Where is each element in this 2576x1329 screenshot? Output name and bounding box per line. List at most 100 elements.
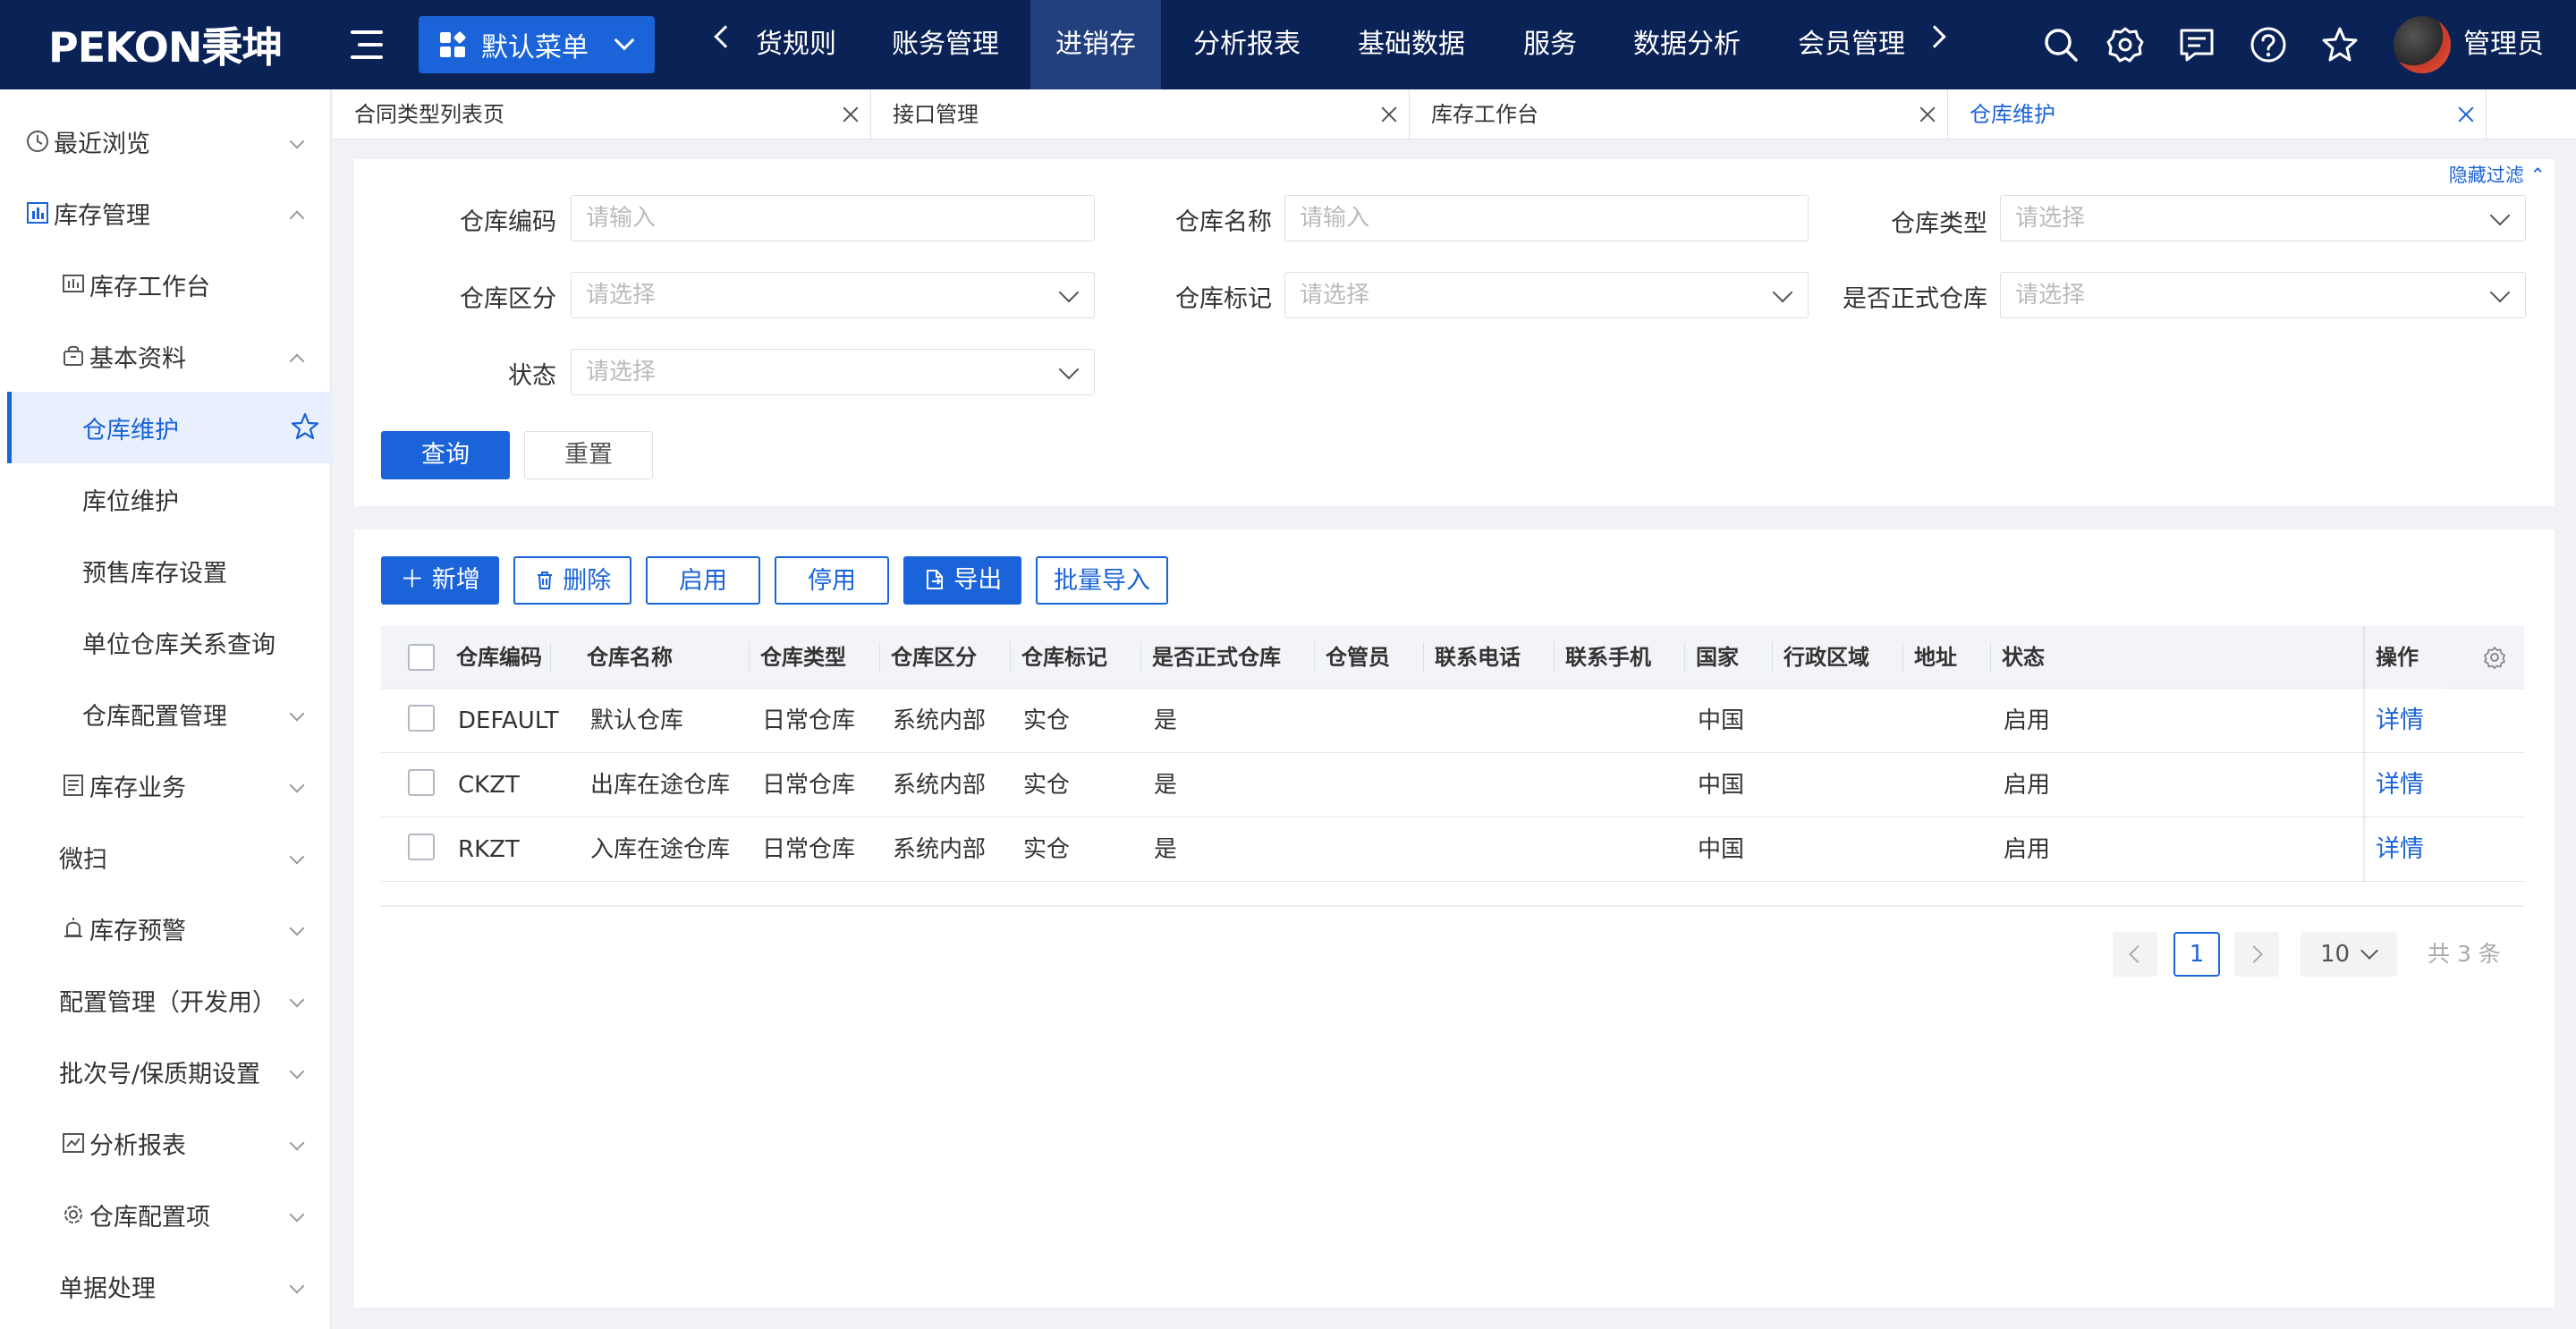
tab-warehouse-maintenance[interactable]: 仓库维护 bbox=[1948, 89, 2487, 140]
sidebar-item-basic-info[interactable]: 基本资料 bbox=[0, 320, 331, 392]
detail-link[interactable]: 详情 bbox=[2363, 689, 2424, 753]
status-select[interactable]: 请选择 bbox=[571, 349, 1095, 395]
col-header-address[interactable]: 地址 bbox=[1903, 626, 1991, 689]
enable-button[interactable]: 启用 bbox=[646, 556, 760, 605]
warehouse-code-input[interactable]: 请输入 bbox=[571, 195, 1095, 241]
col-header-region[interactable]: 行政区域 bbox=[1773, 626, 1903, 689]
close-icon[interactable] bbox=[842, 106, 860, 123]
disable-button[interactable]: 停用 bbox=[775, 556, 889, 605]
col-header-status[interactable]: 状态 bbox=[1991, 626, 2170, 689]
search-icon[interactable] bbox=[2041, 25, 2080, 64]
formal-warehouse-select[interactable]: 请选择 bbox=[2000, 272, 2526, 318]
batch-import-button[interactable]: 批量导入 bbox=[1036, 556, 1168, 605]
column-settings-icon[interactable] bbox=[2483, 646, 2506, 669]
col-header-keeper[interactable]: 仓管员 bbox=[1315, 626, 1424, 689]
nav-item-members[interactable]: 会员管理 bbox=[1785, 0, 1918, 89]
brand-logo[interactable]: PEKON秉坤 bbox=[48, 20, 283, 72]
table-row[interactable]: RKZT 入库在途仓库 日常仓库 系统内部 实仓 是 中国 启用 详情 bbox=[381, 817, 2524, 882]
add-button[interactable]: ＋ 新增 bbox=[381, 556, 499, 605]
sidebar-item-unit-warehouse-query[interactable]: 单位仓库关系查询 bbox=[0, 606, 331, 678]
favorite-star-icon[interactable] bbox=[2320, 25, 2360, 64]
nav-item-reports[interactable]: 分析报表 bbox=[1177, 0, 1317, 89]
message-icon[interactable] bbox=[2177, 25, 2216, 64]
favorite-star-icon[interactable] bbox=[290, 411, 320, 442]
sidebar-item-micro-scan[interactable]: 微扫 bbox=[0, 821, 331, 893]
col-header-zone[interactable]: 仓库区分 bbox=[880, 626, 1011, 689]
nav-scroll-right-icon[interactable] bbox=[1923, 25, 1946, 48]
row-checkbox[interactable] bbox=[408, 769, 435, 796]
col-header-mobile[interactable]: 联系手机 bbox=[1555, 626, 1685, 689]
sidebar-item-batch-expiry[interactable]: 批次号/保质期设置 bbox=[0, 1036, 331, 1107]
sidebar-item-config-dev[interactable]: 配置管理（开发用） bbox=[0, 964, 331, 1036]
next-page-button[interactable] bbox=[2234, 932, 2279, 977]
sidebar-item-warehouse-maintenance[interactable]: 仓库维护 bbox=[7, 392, 333, 463]
chevron-down-icon bbox=[1772, 282, 1793, 303]
warehouse-zone-select[interactable]: 请选择 bbox=[571, 272, 1095, 318]
col-header-name[interactable]: 仓库名称 bbox=[576, 626, 750, 689]
tab-contract-types[interactable]: 合同类型列表页 bbox=[333, 89, 871, 140]
menu-selector-label: 默认菜单 bbox=[481, 32, 589, 63]
close-icon[interactable] bbox=[1919, 106, 1936, 123]
menu-selector[interactable]: 默认菜单 bbox=[419, 16, 655, 73]
page-size-select[interactable]: 10 bbox=[2301, 932, 2397, 977]
detail-link[interactable]: 详情 bbox=[2363, 753, 2424, 817]
close-icon[interactable] bbox=[1380, 106, 1398, 123]
query-button[interactable]: 查询 bbox=[381, 431, 510, 479]
sidebar-item-warehouse-config[interactable]: 仓库配置管理 bbox=[0, 678, 331, 749]
nav-item-accounting[interactable]: 账务管理 bbox=[871, 0, 1020, 89]
cell-mark: 实仓 bbox=[1023, 836, 1071, 863]
delete-button[interactable]: 删除 bbox=[513, 556, 631, 605]
sidebar-item-warehouse-config-items[interactable]: 仓库配置项 bbox=[0, 1179, 331, 1250]
sidebar-item-inventory-workbench[interactable]: 库存工作台 bbox=[0, 249, 331, 320]
col-header-type[interactable]: 仓库类型 bbox=[750, 626, 880, 689]
col-header-phone[interactable]: 联系电话 bbox=[1424, 626, 1555, 689]
warehouse-mark-select[interactable]: 请选择 bbox=[1284, 272, 1809, 318]
warehouse-type-select[interactable]: 请选择 bbox=[2000, 195, 2526, 241]
chevron-down-icon bbox=[289, 1206, 305, 1223]
col-header-code[interactable]: 仓库编码 bbox=[445, 626, 551, 689]
username[interactable]: 管理员 bbox=[2463, 0, 2544, 89]
table-row[interactable]: CKZT 出库在途仓库 日常仓库 系统内部 实仓 是 中国 启用 详情 bbox=[381, 753, 2524, 817]
menu-toggle-icon[interactable] bbox=[349, 27, 385, 63]
sidebar-item-presale-stock[interactable]: 预售库存设置 bbox=[0, 535, 331, 606]
settings-icon[interactable] bbox=[2106, 25, 2145, 64]
sidebar-item-analysis-reports[interactable]: 分析报表 bbox=[0, 1107, 331, 1179]
sidebar-item-recent[interactable]: 最近浏览 bbox=[0, 106, 331, 177]
sidebar-item-inventory-business[interactable]: 库存业务 bbox=[0, 749, 331, 821]
nav-item-service[interactable]: 服务 bbox=[1512, 0, 1589, 89]
reset-button[interactable]: 重置 bbox=[524, 431, 653, 479]
page-number-current[interactable]: 1 bbox=[2174, 932, 2220, 977]
sidebar-item-document-processing[interactable]: 单据处理 bbox=[0, 1250, 331, 1322]
row-checkbox[interactable] bbox=[408, 705, 435, 732]
nav-scroll-left-icon[interactable] bbox=[714, 25, 737, 48]
row-checkbox[interactable] bbox=[408, 834, 435, 860]
sidebar-item-stock-alert[interactable]: 库存预警 bbox=[0, 893, 331, 964]
col-header-formal[interactable]: 是否正式仓库 bbox=[1141, 626, 1315, 689]
select-all-checkbox[interactable] bbox=[408, 644, 435, 671]
table-row[interactable]: DEFAULT 默认仓库 日常仓库 系统内部 实仓 是 中国 启用 详情 bbox=[381, 689, 2524, 753]
col-header-mark[interactable]: 仓库标记 bbox=[1011, 626, 1141, 689]
sidebar-item-location-maintenance[interactable]: 库位维护 bbox=[0, 463, 331, 535]
export-icon bbox=[926, 570, 943, 589]
chevron-down-icon bbox=[2489, 205, 2511, 226]
close-icon[interactable] bbox=[2457, 106, 2475, 123]
nav-item-data-analysis[interactable]: 数据分析 bbox=[1621, 0, 1753, 89]
select-placeholder: 请选择 bbox=[1300, 282, 1370, 309]
tab-inventory-workbench[interactable]: 库存工作台 bbox=[1410, 89, 1948, 140]
table-scrollbar[interactable] bbox=[381, 905, 2524, 907]
export-button[interactable]: 导出 bbox=[903, 556, 1021, 605]
nav-item-cargo-rules[interactable]: 货规则 bbox=[751, 0, 841, 89]
warehouse-name-input[interactable]: 请输入 bbox=[1284, 195, 1809, 241]
detail-link[interactable]: 详情 bbox=[2363, 817, 2424, 882]
tab-label: 库存工作台 bbox=[1431, 102, 1538, 127]
sidebar-item-inventory-management[interactable]: 库存管理 bbox=[0, 177, 331, 249]
tab-interface-management[interactable]: 接口管理 bbox=[871, 89, 1410, 140]
avatar[interactable] bbox=[2394, 16, 2451, 73]
col-header-country[interactable]: 国家 bbox=[1685, 626, 1773, 689]
nav-item-basic-data[interactable]: 基础数据 bbox=[1342, 0, 1481, 89]
trash-icon bbox=[537, 571, 552, 589]
prev-page-button[interactable] bbox=[2113, 932, 2157, 977]
help-icon[interactable] bbox=[2249, 25, 2288, 64]
hide-filter-link[interactable]: 隐藏过滤 ⌃ bbox=[2449, 161, 2546, 188]
nav-item-inventory[interactable]: 进销存 bbox=[1030, 0, 1161, 89]
